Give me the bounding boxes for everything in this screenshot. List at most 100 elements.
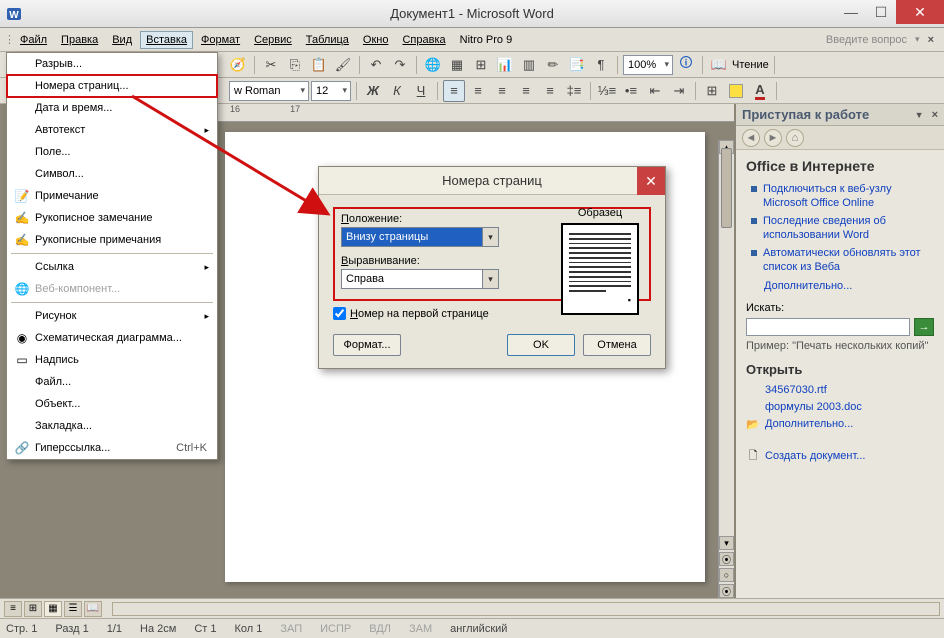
font-dropdown[interactable]: w Roman▾: [229, 81, 309, 101]
distributed-icon[interactable]: ≡: [539, 80, 561, 102]
menu-item-file[interactable]: Файл...: [7, 371, 217, 393]
justify-icon[interactable]: ≡: [515, 80, 537, 102]
cut-icon[interactable]: ✂: [260, 54, 282, 76]
status-ovr[interactable]: ЗАМ: [409, 623, 432, 635]
menu-item-picture[interactable]: Рисунок▸: [7, 305, 217, 327]
borders-icon[interactable]: ⊞: [701, 80, 723, 102]
redo-icon[interactable]: ↷: [389, 54, 411, 76]
menu-item-page-numbers[interactable]: Номера страниц...: [7, 75, 217, 97]
format-button[interactable]: Формат...: [333, 334, 401, 356]
taskpane-close-icon[interactable]: ×: [932, 109, 938, 121]
undo-icon[interactable]: ↶: [365, 54, 387, 76]
position-dropdown[interactable]: Внизу страницы▾: [341, 227, 499, 247]
nav-back-icon[interactable]: ◄: [742, 129, 760, 147]
menu-item-date-time[interactable]: Дата и время...: [7, 97, 217, 119]
recent-file[interactable]: формулы 2003.doc: [746, 400, 934, 414]
reading-view-icon[interactable]: 📖: [84, 601, 102, 617]
create-document[interactable]: 🗋Создать документ...: [746, 449, 934, 463]
align-left-icon[interactable]: ≡: [443, 80, 465, 102]
menu-item-reference[interactable]: Ссылка▸: [7, 256, 217, 278]
vertical-scrollbar[interactable]: ▴ ▾ ⦿ ○ ⦿: [718, 140, 734, 598]
taskpane-more-link[interactable]: Дополнительно...: [764, 280, 934, 292]
reading-label[interactable]: Чтение: [732, 59, 769, 71]
menu-item-hyperlink[interactable]: 🔗Гиперссылка...Ctrl+K: [7, 437, 217, 459]
help-search-box[interactable]: Введите вопрос▾×: [826, 34, 940, 46]
web-view-icon[interactable]: ⊞: [24, 601, 42, 617]
menu-format[interactable]: Формат: [195, 31, 246, 49]
research-icon[interactable]: 🧭: [227, 54, 249, 76]
menu-table[interactable]: Таблица: [300, 31, 355, 49]
alignment-dropdown[interactable]: Справа▾: [341, 269, 499, 289]
taskpane-link[interactable]: Последние сведения об использовании Word: [751, 214, 934, 242]
menu-view[interactable]: Вид: [106, 31, 138, 49]
status-trk[interactable]: ИСПР: [320, 623, 351, 635]
bullets-icon[interactable]: •≡: [620, 80, 642, 102]
scrollbar-thumb[interactable]: [721, 148, 732, 228]
toolbar-handle[interactable]: ⋮: [4, 33, 12, 46]
dialog-titlebar[interactable]: Номера страниц ✕: [319, 167, 665, 195]
align-right-icon[interactable]: ≡: [491, 80, 513, 102]
reading-view-icon[interactable]: 📖: [708, 54, 730, 76]
menu-item-comment[interactable]: 📝Примечание: [7, 185, 217, 207]
line-spacing-icon[interactable]: ‡≡: [563, 80, 585, 102]
decrease-indent-icon[interactable]: ⇤: [644, 80, 666, 102]
horizontal-scrollbar[interactable]: [112, 602, 940, 616]
outline-view-icon[interactable]: ☰: [64, 601, 82, 617]
scroll-down-icon[interactable]: ▾: [719, 536, 734, 550]
cancel-button[interactable]: Отмена: [583, 334, 651, 356]
ok-button[interactable]: OK: [507, 334, 575, 356]
highlight-icon[interactable]: [725, 80, 747, 102]
tables-borders-icon[interactable]: ▦: [446, 54, 468, 76]
menu-item-break[interactable]: Разрыв...: [7, 53, 217, 75]
align-center-icon[interactable]: ≡: [467, 80, 489, 102]
copy-icon[interactable]: ⎘: [284, 54, 306, 76]
show-marks-icon[interactable]: ¶: [590, 54, 612, 76]
menu-item-textbox[interactable]: ▭Надпись: [7, 349, 217, 371]
doc-map-icon[interactable]: 📑: [566, 54, 588, 76]
menu-item-diagram[interactable]: ◉Схематическая диаграмма...: [7, 327, 217, 349]
recent-file[interactable]: 34567030.rtf: [746, 383, 934, 397]
maximize-button[interactable]: ☐: [866, 0, 896, 24]
insert-table-icon[interactable]: ⊞: [470, 54, 492, 76]
fontsize-dropdown[interactable]: 12▾: [311, 81, 351, 101]
taskpane-dropdown-icon[interactable]: ▼: [915, 110, 924, 120]
menu-item-autotext[interactable]: Автотекст▸: [7, 119, 217, 141]
menu-item-bookmark[interactable]: Закладка...: [7, 415, 217, 437]
zoom-dropdown[interactable]: 100%▾: [623, 55, 673, 75]
hyperlink-icon[interactable]: 🌐: [422, 54, 444, 76]
menu-item-field[interactable]: Поле...: [7, 141, 217, 163]
browse-select-icon[interactable]: ○: [719, 568, 734, 582]
normal-view-icon[interactable]: ≡: [4, 601, 22, 617]
menu-service[interactable]: Сервис: [248, 31, 298, 49]
menu-item-symbol[interactable]: Символ...: [7, 163, 217, 185]
status-ext[interactable]: ВДЛ: [369, 623, 391, 635]
status-rec[interactable]: ЗАП: [280, 623, 302, 635]
menu-nitro[interactable]: Nitro Pro 9: [454, 31, 519, 49]
underline-icon[interactable]: Ч: [410, 80, 432, 102]
menu-edit[interactable]: Правка: [55, 31, 104, 49]
italic-icon[interactable]: К: [386, 80, 408, 102]
increase-indent-icon[interactable]: ⇥: [668, 80, 690, 102]
checkbox-input[interactable]: [333, 307, 346, 320]
menu-help[interactable]: Справка: [396, 31, 451, 49]
print-view-icon[interactable]: ▦: [44, 601, 62, 617]
menu-file[interactable]: Файл: [14, 31, 53, 49]
taskpane-link[interactable]: Автоматически обновлять этот список из В…: [751, 246, 934, 274]
open-more[interactable]: 📂Дополнительно...: [746, 417, 934, 431]
nav-home-icon[interactable]: ⌂: [786, 129, 804, 147]
browse-prev-icon[interactable]: ⦿: [719, 552, 734, 566]
minimize-button[interactable]: —: [836, 0, 866, 24]
search-input[interactable]: [746, 318, 910, 336]
close-button[interactable]: ✕: [896, 0, 944, 24]
menu-item-object[interactable]: Объект...: [7, 393, 217, 415]
menu-item-ink-comment[interactable]: ✍Рукописное замечание: [7, 207, 217, 229]
help-icon[interactable]: 🛈: [675, 54, 697, 76]
taskpane-link[interactable]: Подключиться к веб-узлу Microsoft Office…: [751, 182, 934, 210]
format-painter-icon[interactable]: 🖌: [332, 54, 354, 76]
menu-window[interactable]: Окно: [357, 31, 395, 49]
search-go-button[interactable]: →: [914, 318, 934, 336]
menu-item-ink-notes[interactable]: ✍Рукописные примечания: [7, 229, 217, 251]
paste-icon[interactable]: 📋: [308, 54, 330, 76]
drawing-icon[interactable]: ✏: [542, 54, 564, 76]
font-color-icon[interactable]: A: [749, 80, 771, 102]
